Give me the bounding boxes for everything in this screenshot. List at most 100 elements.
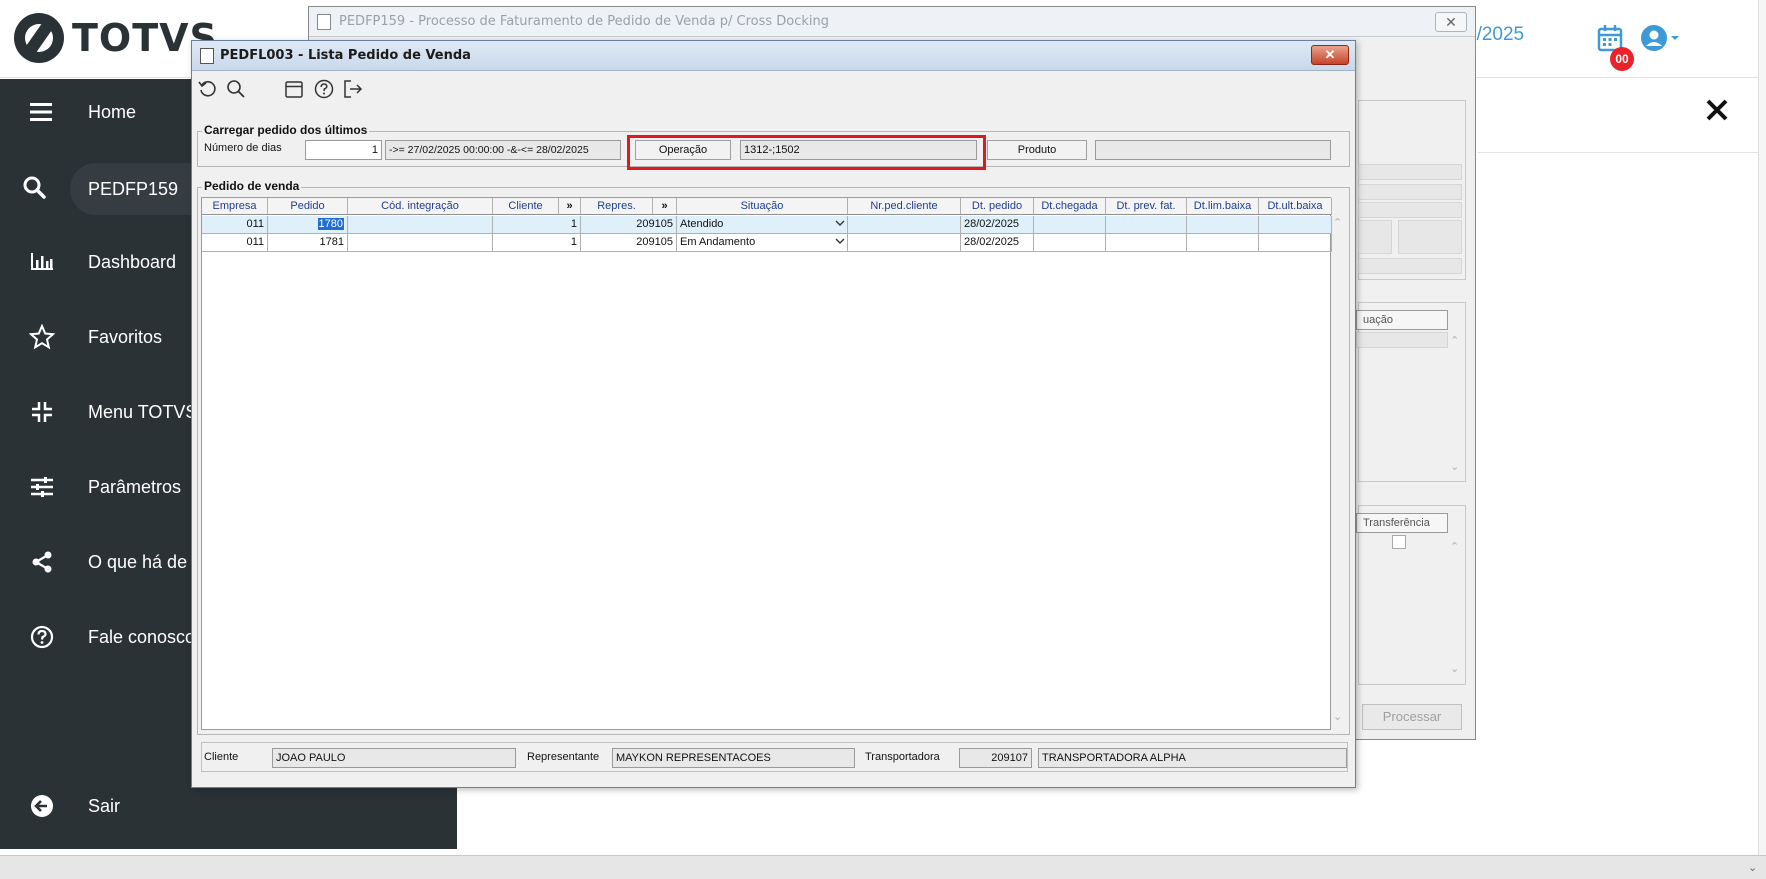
cell-empresa[interactable]: 011 [202,234,268,252]
cell-nrped-cliente[interactable] [848,234,961,252]
cell-situacao[interactable]: Atendido [677,216,848,234]
cell-dt-prev-fat[interactable] [1106,216,1187,234]
help-circle-icon [22,624,62,650]
sidebar-item-label: Parâmetros [88,476,182,497]
back-window-close-button[interactable]: ✕ [1435,12,1467,32]
col-header-repres[interactable]: Repres. [581,198,653,215]
cell-dt-ult-baixa[interactable] [1259,216,1332,234]
sidebar-item-menu-totvs[interactable]: Menu TOTVS M [0,392,217,432]
cliente-field: JOAO PAULO [272,748,516,768]
representante-label: Representante [527,751,600,763]
col-header-dt-chegada[interactable]: Dt.chegada [1034,198,1106,215]
sidebar-item-fale-conosco[interactable]: Fale conosco [0,617,195,657]
scroll-down-icon[interactable]: ⌄ [1450,460,1459,473]
cell-cliente[interactable]: 1 [493,216,581,234]
col-header-pedido[interactable]: Pedido [268,198,348,215]
back-transferencia-button[interactable]: Transferência [1356,513,1448,533]
search-icon [22,174,46,200]
col-header-dt-prev-fat[interactable]: Dt. prev. fat. [1106,198,1187,215]
cell-cliente[interactable]: 1 [493,234,581,252]
col-header-cliente[interactable]: Cliente [493,198,559,215]
scroll-up-icon[interactable]: ⌃ [1333,216,1342,229]
col-header-situacao[interactable]: Situação [677,198,848,215]
page-scrollbar[interactable] [1758,0,1766,855]
cell-empresa[interactable]: 011 [202,216,268,234]
cell-repres[interactable]: 209105 [581,216,677,234]
sidebar-item-home[interactable]: Home [0,92,136,132]
back-field [1398,220,1462,254]
scroll-up-icon[interactable]: ⌃ [1450,334,1459,347]
cell-situacao[interactable]: Em Andamento [677,234,848,252]
sidebar-item-label: Fale conosco [88,626,196,647]
orders-group-title: Pedido de venda [202,179,302,193]
chevron-down-icon[interactable]: ⌄ [1748,861,1757,874]
sidebar-item-parametros[interactable]: Parâmetros [0,467,181,507]
cell-pedido[interactable]: 1781 [268,234,348,252]
back-field [1358,202,1462,218]
cell-dt-chegada[interactable] [1034,216,1106,234]
content-divider [1478,152,1766,153]
sidebar-item-novidades[interactable]: O que há de nov [0,542,221,582]
transportadora-label: Transportadora [865,751,940,763]
cell-cod-integracao[interactable] [348,234,493,252]
bottom-bar: ⌄ [0,855,1766,879]
calendar-icon[interactable] [284,79,304,99]
back-field [1356,332,1448,348]
cell-nrped-cliente[interactable] [848,216,961,234]
chevron-down-icon[interactable] [835,236,845,246]
window-close-button[interactable]: ✕ [1311,45,1349,65]
share-icon [22,549,62,575]
back-situacao-button[interactable]: uação [1356,310,1448,330]
col-header-dt-pedido[interactable]: Dt. pedido [961,198,1034,215]
cell-situacao-value: Em Andamento [680,236,756,248]
cell-dt-pedido[interactable]: 28/02/2025 [961,234,1034,252]
document-icon [200,47,214,64]
col-expand-repres[interactable]: » [653,198,677,215]
col-header-nrped-cliente[interactable]: Nr.ped.cliente [848,198,961,215]
sidebar-item-favoritos[interactable]: Favoritos [0,317,162,357]
grid-scrollbar[interactable]: ⌃ ⌄ [1331,214,1347,730]
produto-field[interactable] [1095,140,1331,160]
col-header-dt-ult-baixa[interactable]: Dt.ult.baixa [1259,198,1332,215]
processar-button[interactable]: Processar [1362,704,1462,730]
cell-dt-lim-baixa[interactable] [1187,216,1259,234]
help-icon[interactable] [314,79,334,99]
days-input[interactable]: 1 [305,140,382,160]
cell-dt-ult-baixa[interactable] [1259,234,1332,252]
close-panel-icon[interactable] [1705,98,1729,122]
scroll-up-icon[interactable]: ⌃ [1450,540,1459,553]
totvs-logo[interactable]: TOTVS [14,13,218,63]
cell-dt-chegada[interactable] [1034,234,1106,252]
produto-button[interactable]: Produto [987,140,1087,160]
scroll-down-icon[interactable]: ⌄ [1333,710,1342,723]
sidebar-search-icon-wrap[interactable] [0,167,70,207]
cell-dt-lim-baixa[interactable] [1187,234,1259,252]
sidebar-item-dashboard[interactable]: Dashboard [0,242,176,282]
transportadora-name-field: TRANSPORTADORA ALPHA [1038,748,1347,768]
col-header-dt-lim-baixa[interactable]: Dt.lim.baixa [1187,198,1259,215]
back-checkbox[interactable] [1392,535,1406,549]
user-account-icon[interactable] [1640,24,1680,52]
scroll-down-icon[interactable]: ⌄ [1450,662,1459,675]
cell-cod-integracao[interactable] [348,216,493,234]
window-titlebar: PEDFL003 - Lista Pedido de Venda [192,41,1355,71]
window-title: PEDFL003 - Lista Pedido de Venda [220,48,471,63]
sidebar-item-label: Sair [88,795,121,816]
col-expand-cliente[interactable]: » [559,198,581,215]
chevron-down-icon[interactable] [835,218,845,228]
exit-icon[interactable] [343,79,363,99]
days-label: Número de dias [204,142,282,154]
back-field [1358,220,1392,254]
sliders-icon [22,474,62,500]
sidebar-item-sair[interactable]: Sair [0,786,120,826]
search-icon[interactable] [226,79,246,99]
cell-repres[interactable]: 209105 [581,234,677,252]
col-header-cod-integracao[interactable]: Cód. integração [348,198,493,215]
cell-dt-prev-fat[interactable] [1106,234,1187,252]
back-window-titlebar: PEDFP159 - Processo de Faturamento de Pe… [309,7,1475,37]
refresh-icon[interactable] [198,79,218,99]
cell-dt-pedido[interactable]: 28/02/2025 [961,216,1034,234]
sidebar-item-label: Dashboard [88,251,177,272]
cell-pedido[interactable]: 1780 [268,216,348,234]
col-header-empresa[interactable]: Empresa [202,198,268,215]
